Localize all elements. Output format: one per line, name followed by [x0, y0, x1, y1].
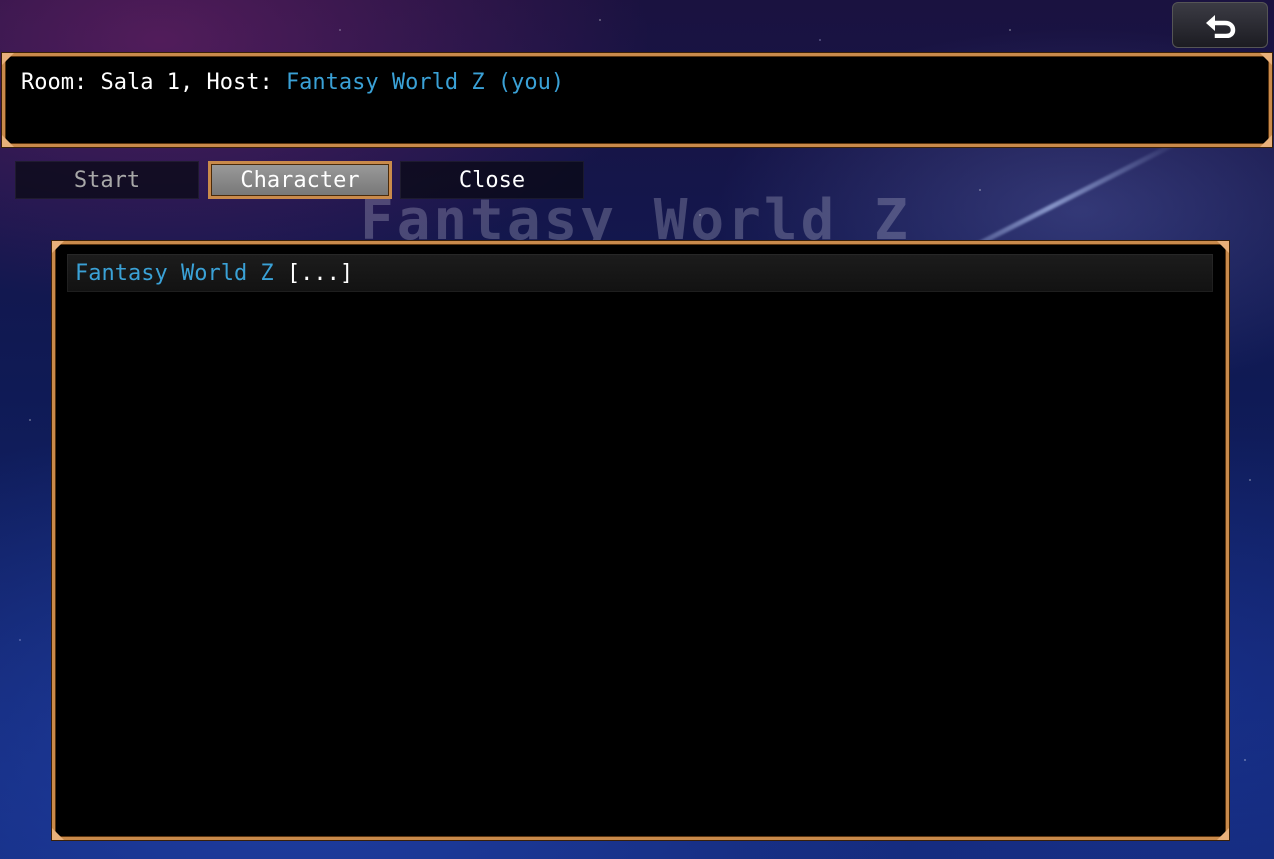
return-arrow-icon — [1206, 15, 1236, 38]
player-name: Fantasy World Z — [75, 260, 274, 286]
host-name: Fantasy World Z (you) — [285, 70, 565, 95]
player-list-window: Fantasy World Z [...] — [52, 241, 1229, 840]
start-button[interactable]: Start — [15, 161, 199, 199]
room-label: Room: — [21, 70, 101, 95]
room-name: Sala 1 — [100, 70, 180, 95]
character-button[interactable]: Character — [208, 161, 392, 199]
close-button[interactable]: Close — [400, 161, 584, 199]
room-info-text: Room: Sala 1, Host: Fantasy World Z (you… — [21, 70, 564, 95]
room-info-window: Room: Sala 1, Host: Fantasy World Z (you… — [2, 53, 1272, 147]
back-button[interactable] — [1172, 2, 1268, 48]
player-list-item[interactable]: Fantasy World Z [...] — [67, 254, 1213, 292]
player-status: [...] — [286, 260, 354, 286]
host-label: , Host: — [179, 70, 286, 95]
